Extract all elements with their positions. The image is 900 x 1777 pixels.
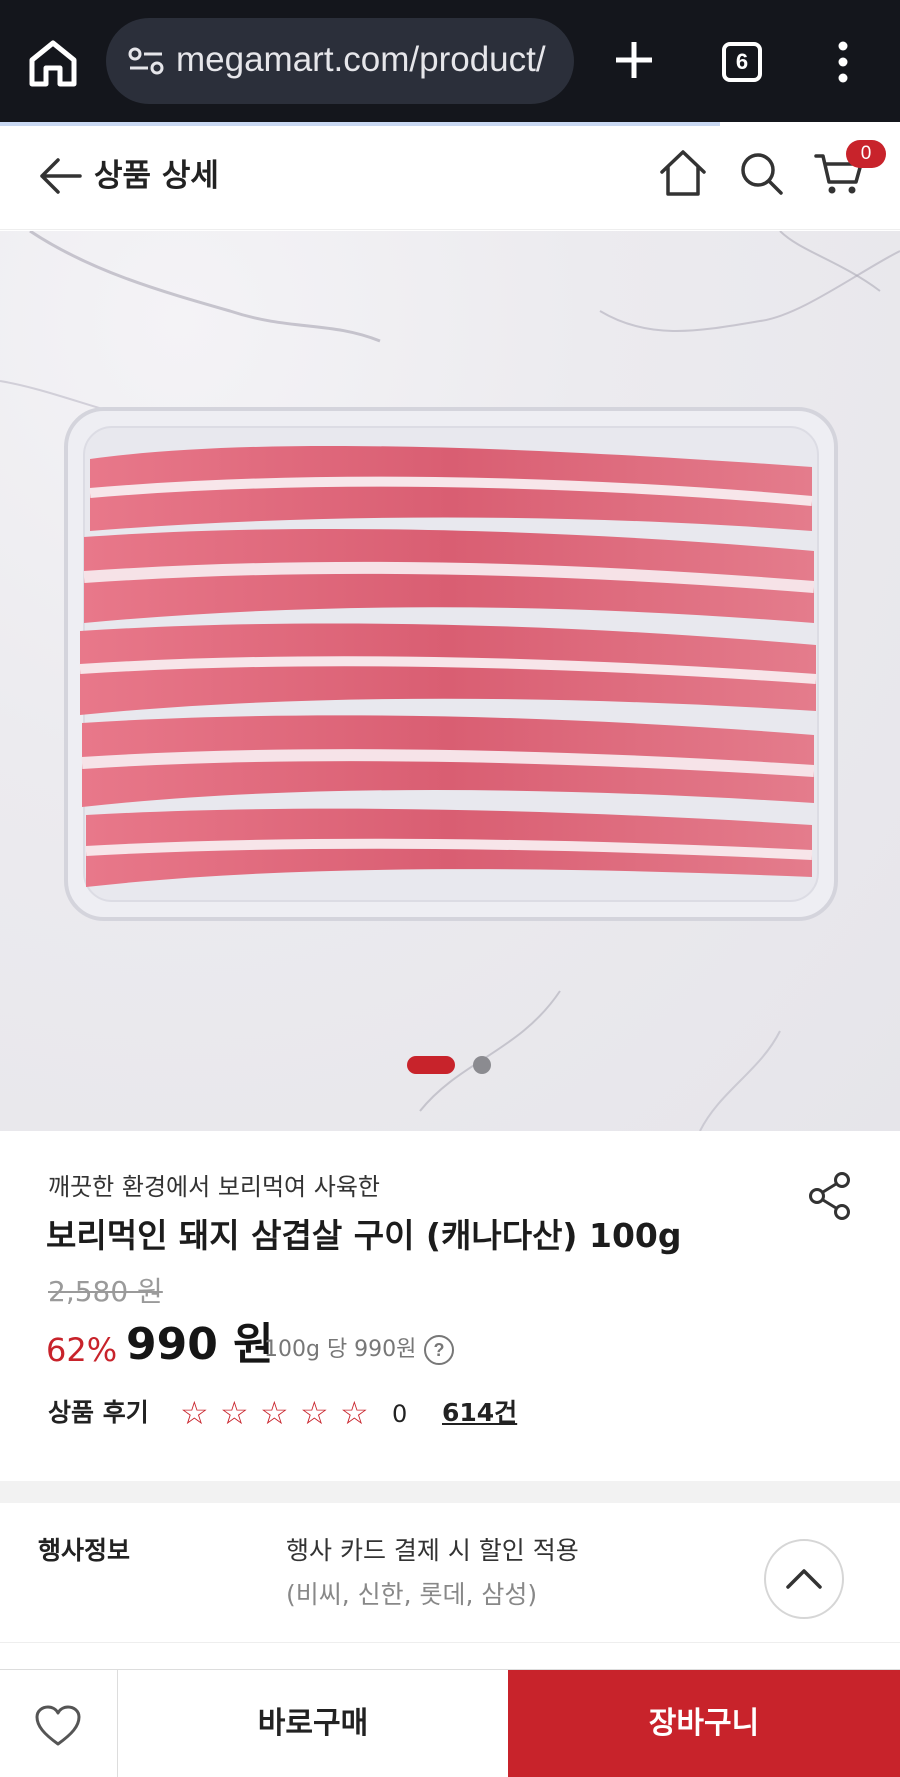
star-icon: ☆ [260,1394,289,1432]
app-header: 상품 상세 0 [0,126,900,230]
event-info-label: 행사정보 [38,1536,131,1565]
help-icon[interactable]: ? [424,1335,454,1365]
review-count-link[interactable]: 614건 [442,1395,517,1431]
rating-score: 0 [392,1400,408,1428]
tab-switcher-icon[interactable]: 6 [722,42,762,82]
carousel-pagination[interactable] [407,1055,493,1075]
carousel-dot[interactable] [473,1056,491,1074]
url-text[interactable]: megamart.com/product/ [176,38,566,82]
unit-price: 100g 당 990원 [264,1337,417,1362]
star-icon: ☆ [220,1394,249,1432]
product-subtitle: 깨끗한 환경에서 보리먹여 사육한 [48,1173,381,1201]
product-photo [0,231,900,1131]
discount-rate: 62% [46,1331,118,1369]
review-label: 상품 후기 [48,1398,149,1427]
browser-toolbar: megamart.com/product/ 6 [0,0,900,122]
rating-stars: ☆ ☆ ☆ ☆ ☆ [180,1393,380,1433]
bottom-action-bar: 바로구매 장바구니 [0,1669,900,1777]
page-title: 상품 상세 [94,158,219,194]
wishlist-button[interactable] [0,1670,118,1777]
scroll-to-top-button[interactable] [764,1539,844,1619]
cart-count-badge: 0 [846,140,886,168]
add-to-cart-button[interactable]: 장바구니 [508,1670,900,1777]
site-settings-icon[interactable] [126,45,166,77]
event-info-text: 행사 카드 결제 시 할인 적용 [286,1536,579,1565]
address-bar[interactable]: megamart.com/product/ [106,18,574,104]
star-icon: ☆ [340,1394,369,1432]
carousel-dot-active[interactable] [407,1056,455,1074]
home-icon[interactable] [658,148,708,198]
back-arrow-icon[interactable] [36,152,84,200]
star-icon: ☆ [300,1394,329,1432]
product-image-carousel[interactable] [0,231,900,1131]
product-name: 보리먹인 돼지 삼겹살 구이 (캐나다산) 100g [46,1216,682,1255]
section-divider [0,1481,900,1503]
buy-now-button[interactable]: 바로구매 [118,1670,508,1777]
chevron-up-icon [786,1569,822,1589]
share-icon[interactable] [808,1171,852,1221]
home-icon[interactable] [26,38,80,88]
event-info-cards: (비씨, 신한, 롯데, 삼성) [286,1580,538,1609]
heart-icon [35,1705,81,1746]
product-info: 깨끗한 환경에서 보리먹여 사육한 보리먹인 돼지 삼겹살 구이 (캐나다산) … [0,1131,900,1481]
new-tab-icon[interactable] [612,38,656,82]
star-icon: ☆ [180,1394,209,1432]
overflow-menu-icon[interactable] [836,40,850,84]
sale-price: 990 원 [126,1319,274,1370]
search-icon[interactable] [738,150,784,196]
original-price: 2,580 원 [48,1275,163,1308]
event-info-section: 행사정보 행사 카드 결제 시 할인 적용 (비씨, 신한, 롯데, 삼성) [0,1503,900,1643]
